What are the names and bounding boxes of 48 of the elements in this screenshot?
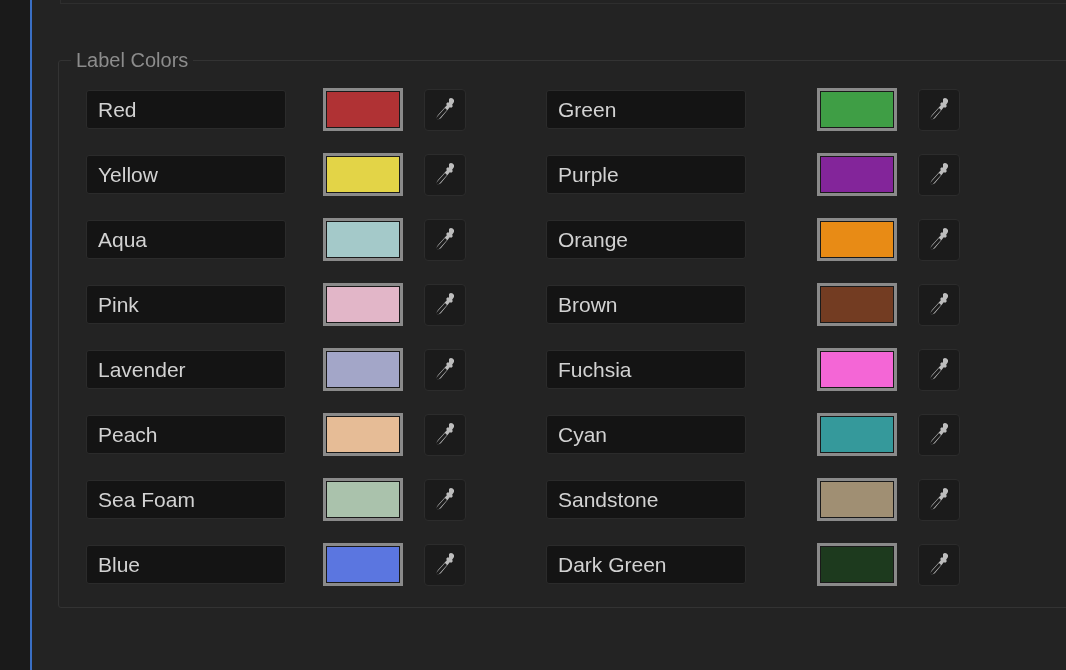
color-swatch[interactable] (323, 478, 403, 521)
eyedropper-button[interactable] (424, 543, 466, 586)
color-swatch[interactable] (817, 543, 897, 586)
eyedropper-button[interactable] (918, 153, 960, 196)
color-swatch[interactable] (323, 153, 403, 196)
color-swatch[interactable] (817, 478, 897, 521)
label-name-field[interactable]: Dark Green (546, 545, 746, 584)
label-name-field[interactable]: Pink (86, 285, 286, 324)
eyedropper-button[interactable] (424, 88, 466, 131)
eyedropper-button[interactable] (918, 218, 960, 261)
eyedropper-button[interactable] (918, 88, 960, 131)
color-swatch[interactable] (817, 348, 897, 391)
color-swatch[interactable] (817, 413, 897, 456)
color-swatch[interactable] (817, 153, 897, 196)
label-name-field[interactable]: Aqua (86, 220, 286, 259)
eyedropper-button[interactable] (424, 348, 466, 391)
color-swatch[interactable] (323, 283, 403, 326)
color-swatch[interactable] (323, 218, 403, 261)
color-swatch[interactable] (817, 218, 897, 261)
label-name-field[interactable]: Lavender (86, 350, 286, 389)
label-name-field[interactable]: Sea Foam (86, 480, 286, 519)
label-name-field[interactable]: Fuchsia (546, 350, 746, 389)
eyedropper-button[interactable] (424, 478, 466, 521)
label-name-field[interactable]: Blue (86, 545, 286, 584)
label-name-field[interactable]: Orange (546, 220, 746, 259)
color-swatch[interactable] (817, 88, 897, 131)
color-swatch[interactable] (323, 348, 403, 391)
label-name-field[interactable]: Red (86, 90, 286, 129)
eyedropper-button[interactable] (918, 413, 960, 456)
color-swatch[interactable] (323, 543, 403, 586)
label-name-field[interactable]: Yellow (86, 155, 286, 194)
label-name-field[interactable]: Purple (546, 155, 746, 194)
eyedropper-button[interactable] (424, 413, 466, 456)
eyedropper-button[interactable] (918, 283, 960, 326)
eyedropper-button[interactable] (424, 218, 466, 261)
color-swatch[interactable] (323, 88, 403, 131)
label-name-field[interactable]: Brown (546, 285, 746, 324)
eyedropper-button[interactable] (918, 543, 960, 586)
label-name-field[interactable]: Cyan (546, 415, 746, 454)
label-name-field[interactable]: Peach (86, 415, 286, 454)
eyedropper-button[interactable] (424, 283, 466, 326)
label-name-field[interactable]: Green (546, 90, 746, 129)
eyedropper-button[interactable] (918, 478, 960, 521)
label-name-field[interactable]: Sandstone (546, 480, 746, 519)
color-swatch[interactable] (323, 413, 403, 456)
color-swatch[interactable] (817, 283, 897, 326)
eyedropper-button[interactable] (424, 153, 466, 196)
eyedropper-button[interactable] (918, 348, 960, 391)
